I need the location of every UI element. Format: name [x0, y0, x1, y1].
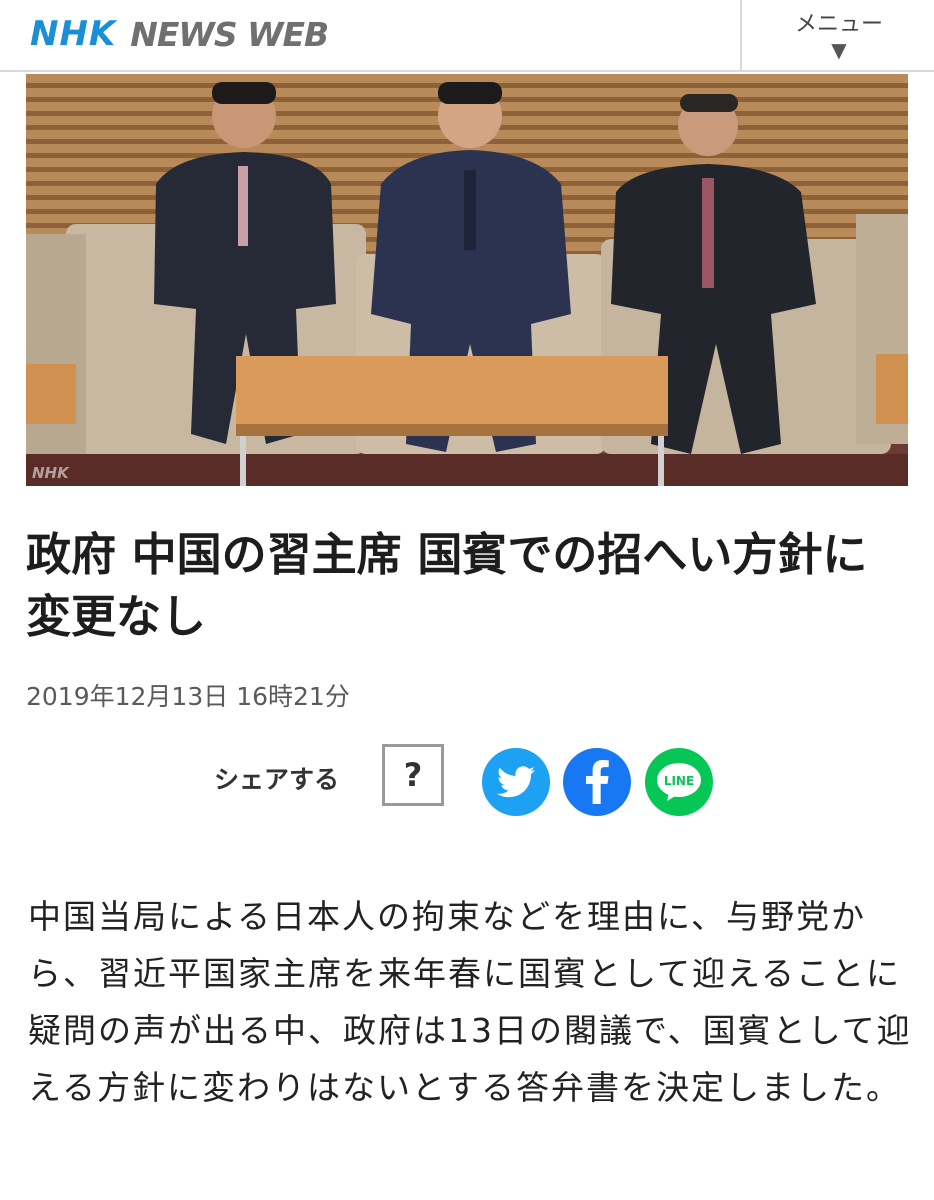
share-label: シェアする [214, 765, 340, 794]
facebook-icon [586, 760, 609, 804]
hero-watermark: NHK [32, 464, 69, 482]
chevron-down-icon: ▼ [831, 38, 847, 62]
twitter-share-button[interactable] [482, 748, 550, 816]
hero-image: NHK [26, 74, 908, 486]
menu-label: メニュー [794, 12, 883, 37]
article-title: 政府 中国の習主席 国賓での招へい方針に変更なし [26, 528, 868, 643]
site-logo[interactable]: NHK NEWS WEB [30, 12, 329, 56]
logo-nhk: NHK [30, 14, 117, 54]
site-header: NHK NEWS WEB メニュー ▼ [0, 0, 934, 72]
logo-newsweb: NEWS WEB [130, 14, 329, 54]
article-body: 中国当局による日本人の拘束などを理由に、与野党から、習近平国家主席を来年春に国賓… [28, 897, 912, 1107]
article-timestamp: 2019年12月13日 16時21分 [26, 682, 350, 711]
line-icon-text: LINE [664, 774, 694, 788]
twitter-icon [497, 766, 535, 798]
share-help-button[interactable]: ? [382, 744, 444, 806]
line-share-button[interactable]: LINE [645, 748, 713, 816]
share-bar: シェアする ? LINE [0, 742, 934, 818]
facebook-share-button[interactable] [563, 748, 631, 816]
menu-button[interactable]: メニュー ▼ [740, 0, 934, 70]
line-icon: LINE [657, 763, 701, 801]
hero-photo [26, 74, 908, 486]
